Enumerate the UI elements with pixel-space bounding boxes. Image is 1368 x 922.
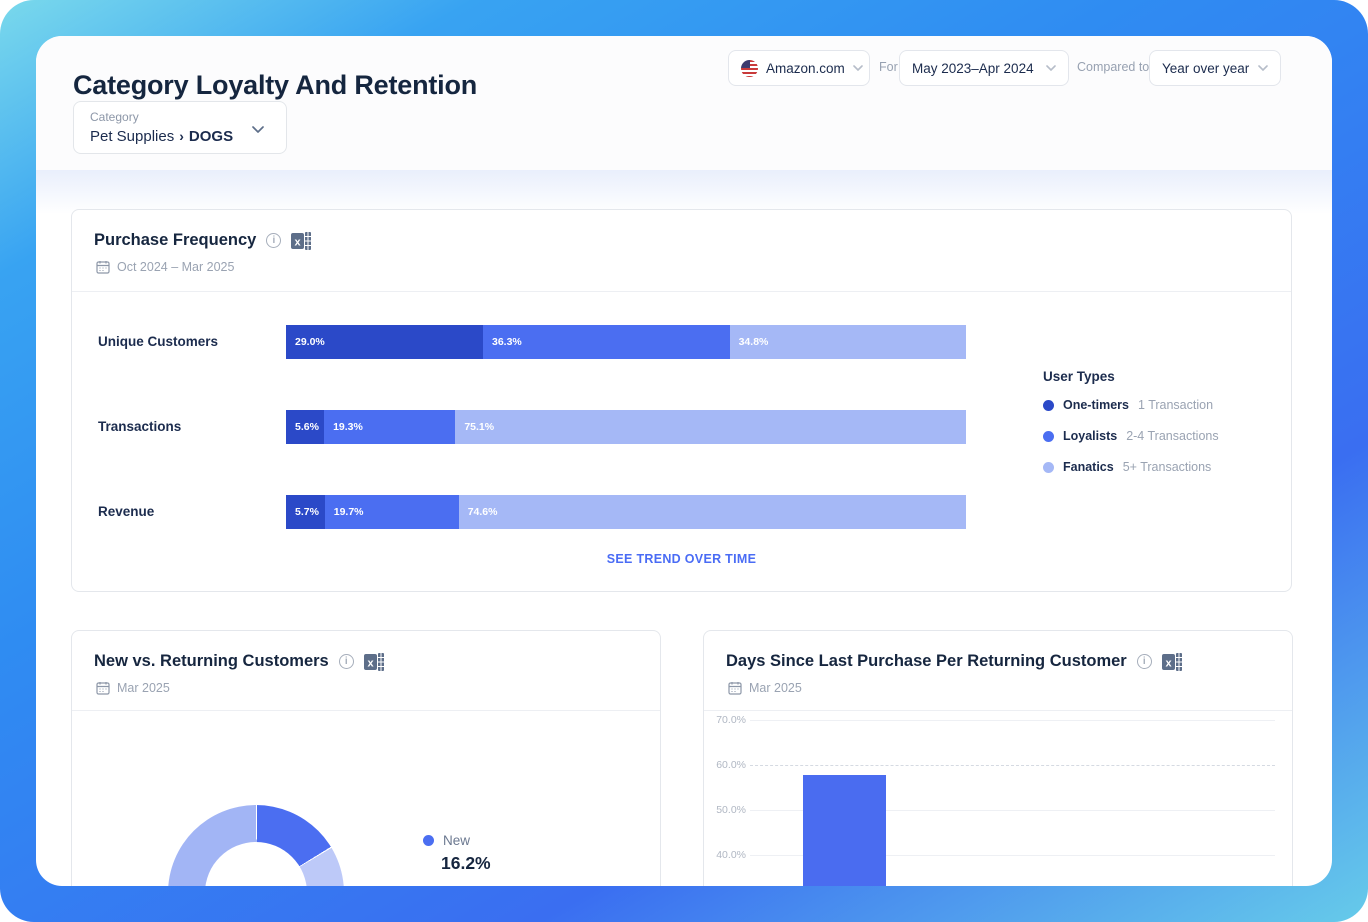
- purchase-frequency-title: Purchase Frequency: [94, 231, 256, 250]
- excel-export-icon[interactable]: x: [1162, 653, 1182, 671]
- stacked-bar-unique-customers: 29.0% 36.3% 34.8%: [286, 325, 966, 359]
- gridline-dashed: [750, 765, 1275, 766]
- bar-segment-fanatics[interactable]: 75.1%: [455, 410, 966, 444]
- date-range-value: May 2023–Apr 2024: [912, 61, 1034, 76]
- bar-segment-loyalists[interactable]: 36.3%: [483, 325, 730, 359]
- svg-text:x: x: [295, 236, 302, 248]
- bar-segment-one-timers[interactable]: 29.0%: [286, 325, 483, 359]
- chevron-down-icon: [252, 126, 264, 134]
- calendar-icon: [96, 681, 110, 695]
- comparison-dropdown[interactable]: Year over year: [1149, 50, 1281, 86]
- bar-segment-one-timers[interactable]: 5.7%: [286, 495, 325, 529]
- bar-segment-loyalists[interactable]: 19.3%: [324, 410, 455, 444]
- days-bar[interactable]: [803, 775, 886, 886]
- excel-export-icon[interactable]: x: [364, 653, 384, 671]
- divider: [72, 291, 1291, 292]
- bar-row-label: Unique Customers: [98, 334, 278, 349]
- divider: [72, 710, 660, 711]
- chevron-down-icon: [1258, 65, 1268, 71]
- bar-segment-loyalists[interactable]: 19.7%: [325, 495, 459, 529]
- days-bar-chart: 70.0% 60.0% 50.0% 40.0%: [704, 710, 1292, 886]
- y-axis-tick: 50.0%: [712, 804, 746, 816]
- new-vs-returning-title: New vs. Returning Customers: [94, 652, 329, 671]
- stacked-bar-transactions: 5.6% 19.3% 75.1%: [286, 410, 966, 444]
- info-icon[interactable]: i: [1137, 654, 1152, 669]
- purchase-frequency-card: Purchase Frequency i x Oct 2024 – Mar 20…: [71, 209, 1292, 592]
- bar-segment-one-timers[interactable]: 5.6%: [286, 410, 324, 444]
- stacked-bar-revenue: 5.7% 19.7% 74.6%: [286, 495, 966, 529]
- bar-row-label: Transactions: [98, 419, 278, 434]
- chevron-down-icon: [1046, 65, 1056, 71]
- days-since-purchase-title: Days Since Last Purchase Per Returning C…: [726, 652, 1127, 671]
- category-picker-value: Pet Supplies›DOGS: [90, 128, 233, 145]
- for-label: For: [879, 60, 898, 74]
- category-picker-label: Category: [90, 110, 139, 124]
- legend-item-one-timers: One-timers 1 Transaction: [1043, 398, 1283, 412]
- bar-segment-fanatics[interactable]: 74.6%: [459, 495, 966, 529]
- site-dropdown-value: Amazon.com: [766, 61, 845, 76]
- compared-to-label: Compared to: [1077, 60, 1149, 74]
- see-trend-link[interactable]: SEE TREND OVER TIME: [72, 552, 1291, 566]
- donut-legend-name: New: [443, 833, 470, 848]
- legend-item-fanatics: Fanatics 5+ Transactions: [1043, 460, 1283, 474]
- y-axis-tick: 60.0%: [712, 759, 746, 771]
- calendar-icon: [728, 681, 742, 695]
- legend-dot-icon: [1043, 400, 1054, 411]
- svg-text:x: x: [1165, 657, 1172, 669]
- date-range-dropdown[interactable]: May 2023–Apr 2024: [899, 50, 1069, 86]
- user-types-legend: User Types One-timers 1 Transaction Loya…: [1043, 369, 1283, 491]
- gridline: [750, 720, 1275, 721]
- app-frame: Category Loyalty And Retention Amazon.co…: [0, 0, 1368, 922]
- new-vs-returning-card: New vs. Returning Customers i x Mar 2025…: [71, 630, 661, 886]
- days-since-purchase-date: Mar 2025: [749, 681, 802, 695]
- site-dropdown[interactable]: Amazon.com: [728, 50, 870, 86]
- legend-title: User Types: [1043, 369, 1283, 384]
- legend-dot-icon: [1043, 462, 1054, 473]
- legend-dot-icon: [1043, 431, 1054, 442]
- info-icon[interactable]: i: [266, 233, 281, 248]
- us-flag-icon: [741, 60, 758, 77]
- svg-text:x: x: [367, 657, 374, 669]
- legend-item-loyalists: Loyalists 2-4 Transactions: [1043, 429, 1283, 443]
- donut-chart[interactable]: [168, 805, 344, 886]
- category-picker[interactable]: Category Pet Supplies›DOGS: [73, 101, 287, 154]
- filter-controls: Amazon.com For May 2023–Apr 2024 Compare…: [36, 50, 1332, 86]
- y-axis-tick: 40.0%: [712, 849, 746, 861]
- info-icon[interactable]: i: [339, 654, 354, 669]
- donut-legend-value: 16.2%: [441, 853, 491, 874]
- new-vs-returning-date: Mar 2025: [117, 681, 170, 695]
- y-axis-tick: 70.0%: [712, 714, 746, 726]
- chevron-down-icon: [853, 65, 863, 71]
- purchase-frequency-date-range: Oct 2024 – Mar 2025: [117, 260, 234, 274]
- comparison-value: Year over year: [1162, 61, 1249, 76]
- excel-export-icon[interactable]: x: [291, 232, 311, 250]
- days-since-purchase-card: Days Since Last Purchase Per Returning C…: [703, 630, 1293, 886]
- breadcrumb-separator: ›: [179, 128, 184, 144]
- app-window: Category Loyalty And Retention Amazon.co…: [36, 36, 1332, 886]
- calendar-icon: [96, 260, 110, 274]
- legend-dot-icon: [423, 835, 434, 846]
- bar-row-label: Revenue: [98, 504, 278, 519]
- bar-segment-fanatics[interactable]: 34.8%: [730, 325, 966, 359]
